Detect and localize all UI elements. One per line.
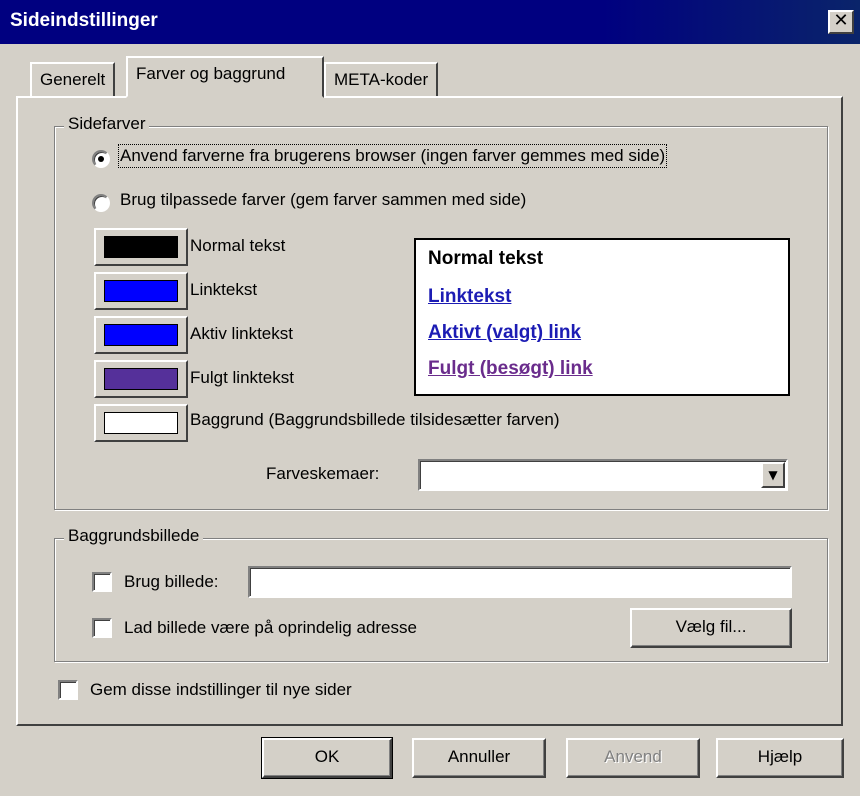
chevron-down-icon[interactable]: ▼ [761, 462, 785, 488]
cancel-label: Annuller [447, 747, 511, 766]
choose-file-label: Vælg fil... [675, 617, 747, 636]
close-button[interactable]: ✕ [828, 10, 854, 34]
color-swatch [104, 412, 178, 434]
color-preview-box: Normal tekst Linktekst Aktivt (valgt) li… [414, 238, 790, 396]
background-color-button[interactable] [94, 404, 188, 442]
active-link-label: Aktiv linktekst [190, 324, 293, 343]
color-swatch [104, 368, 178, 390]
save-settings-checkbox[interactable] [58, 680, 78, 700]
normal-text-label: Normal tekst [190, 236, 286, 255]
window-title: Sideindstillinger [10, 10, 158, 31]
tab-label: Farver og baggrund [136, 64, 286, 83]
preview-normal-text: Normal tekst [428, 248, 544, 269]
color-swatch [104, 236, 178, 258]
tab-meta-koder[interactable]: META-koder [324, 62, 439, 98]
radio-custom-colors[interactable] [92, 194, 110, 212]
help-label: Hjælp [757, 747, 803, 766]
tab-label: Generelt [40, 70, 106, 89]
ok-button[interactable]: OK [261, 737, 393, 779]
ok-label: OK [314, 747, 340, 766]
close-icon: ✕ [833, 10, 849, 31]
save-settings-label: Gem disse indstillinger til nye sider [90, 680, 352, 699]
radio-browser-colors-label[interactable]: Anvend farverne fra brugerens browser (i… [117, 144, 668, 168]
apply-button[interactable]: Anvend [566, 738, 700, 778]
color-swatch [104, 324, 178, 346]
background-label: Baggrund (Baggrundsbillede tilsidesætter… [190, 410, 560, 429]
preview-active-link: Aktivt (valgt) link [428, 322, 582, 343]
color-swatch [104, 280, 178, 302]
apply-label: Anvend [604, 747, 662, 766]
tab-farver-og-baggrund[interactable]: Farver og baggrund [126, 56, 324, 98]
image-path-input[interactable] [248, 566, 792, 598]
tab-generelt[interactable]: Generelt [30, 62, 116, 98]
normal-text-color-button[interactable] [94, 228, 188, 266]
preview-visited-link: Fulgt (besøgt) link [428, 358, 593, 379]
help-button[interactable]: Hjælp [716, 738, 844, 778]
preview-link-text: Linktekst [428, 286, 512, 307]
visited-link-color-button[interactable] [94, 360, 188, 398]
color-scheme-dropdown[interactable]: ▼ [418, 459, 788, 491]
keep-location-checkbox[interactable] [92, 618, 112, 638]
cancel-button[interactable]: Annuller [412, 738, 546, 778]
link-text-color-button[interactable] [94, 272, 188, 310]
radio-custom-colors-label[interactable]: Brug tilpassede farver (gem farver samme… [120, 190, 526, 210]
active-link-color-button[interactable] [94, 316, 188, 354]
link-text-label: Linktekst [190, 280, 258, 299]
keep-location-label: Lad billede være på oprindelig adresse [124, 618, 417, 637]
dialog-window: Sideindstillinger ✕ Generelt Farver og b… [0, 0, 860, 796]
use-image-label: Brug billede: [124, 572, 219, 591]
use-image-checkbox[interactable] [92, 572, 112, 592]
title-bar[interactable]: Sideindstillinger ✕ [0, 0, 860, 44]
tab-label: META-koder [334, 70, 429, 89]
tab-panel: Sidefarver Anvend farverne fra brugerens… [16, 96, 843, 726]
baggrundsbillede-legend: Baggrundsbillede [64, 526, 204, 546]
radio-selected-dot [98, 156, 104, 162]
choose-file-button[interactable]: Vælg fil... [630, 608, 792, 648]
radio-browser-colors[interactable] [92, 150, 110, 168]
color-scheme-label: Farveskemaer: [266, 464, 380, 483]
visited-link-label: Fulgt linktekst [190, 368, 294, 387]
sidefarver-legend: Sidefarver [64, 114, 150, 134]
